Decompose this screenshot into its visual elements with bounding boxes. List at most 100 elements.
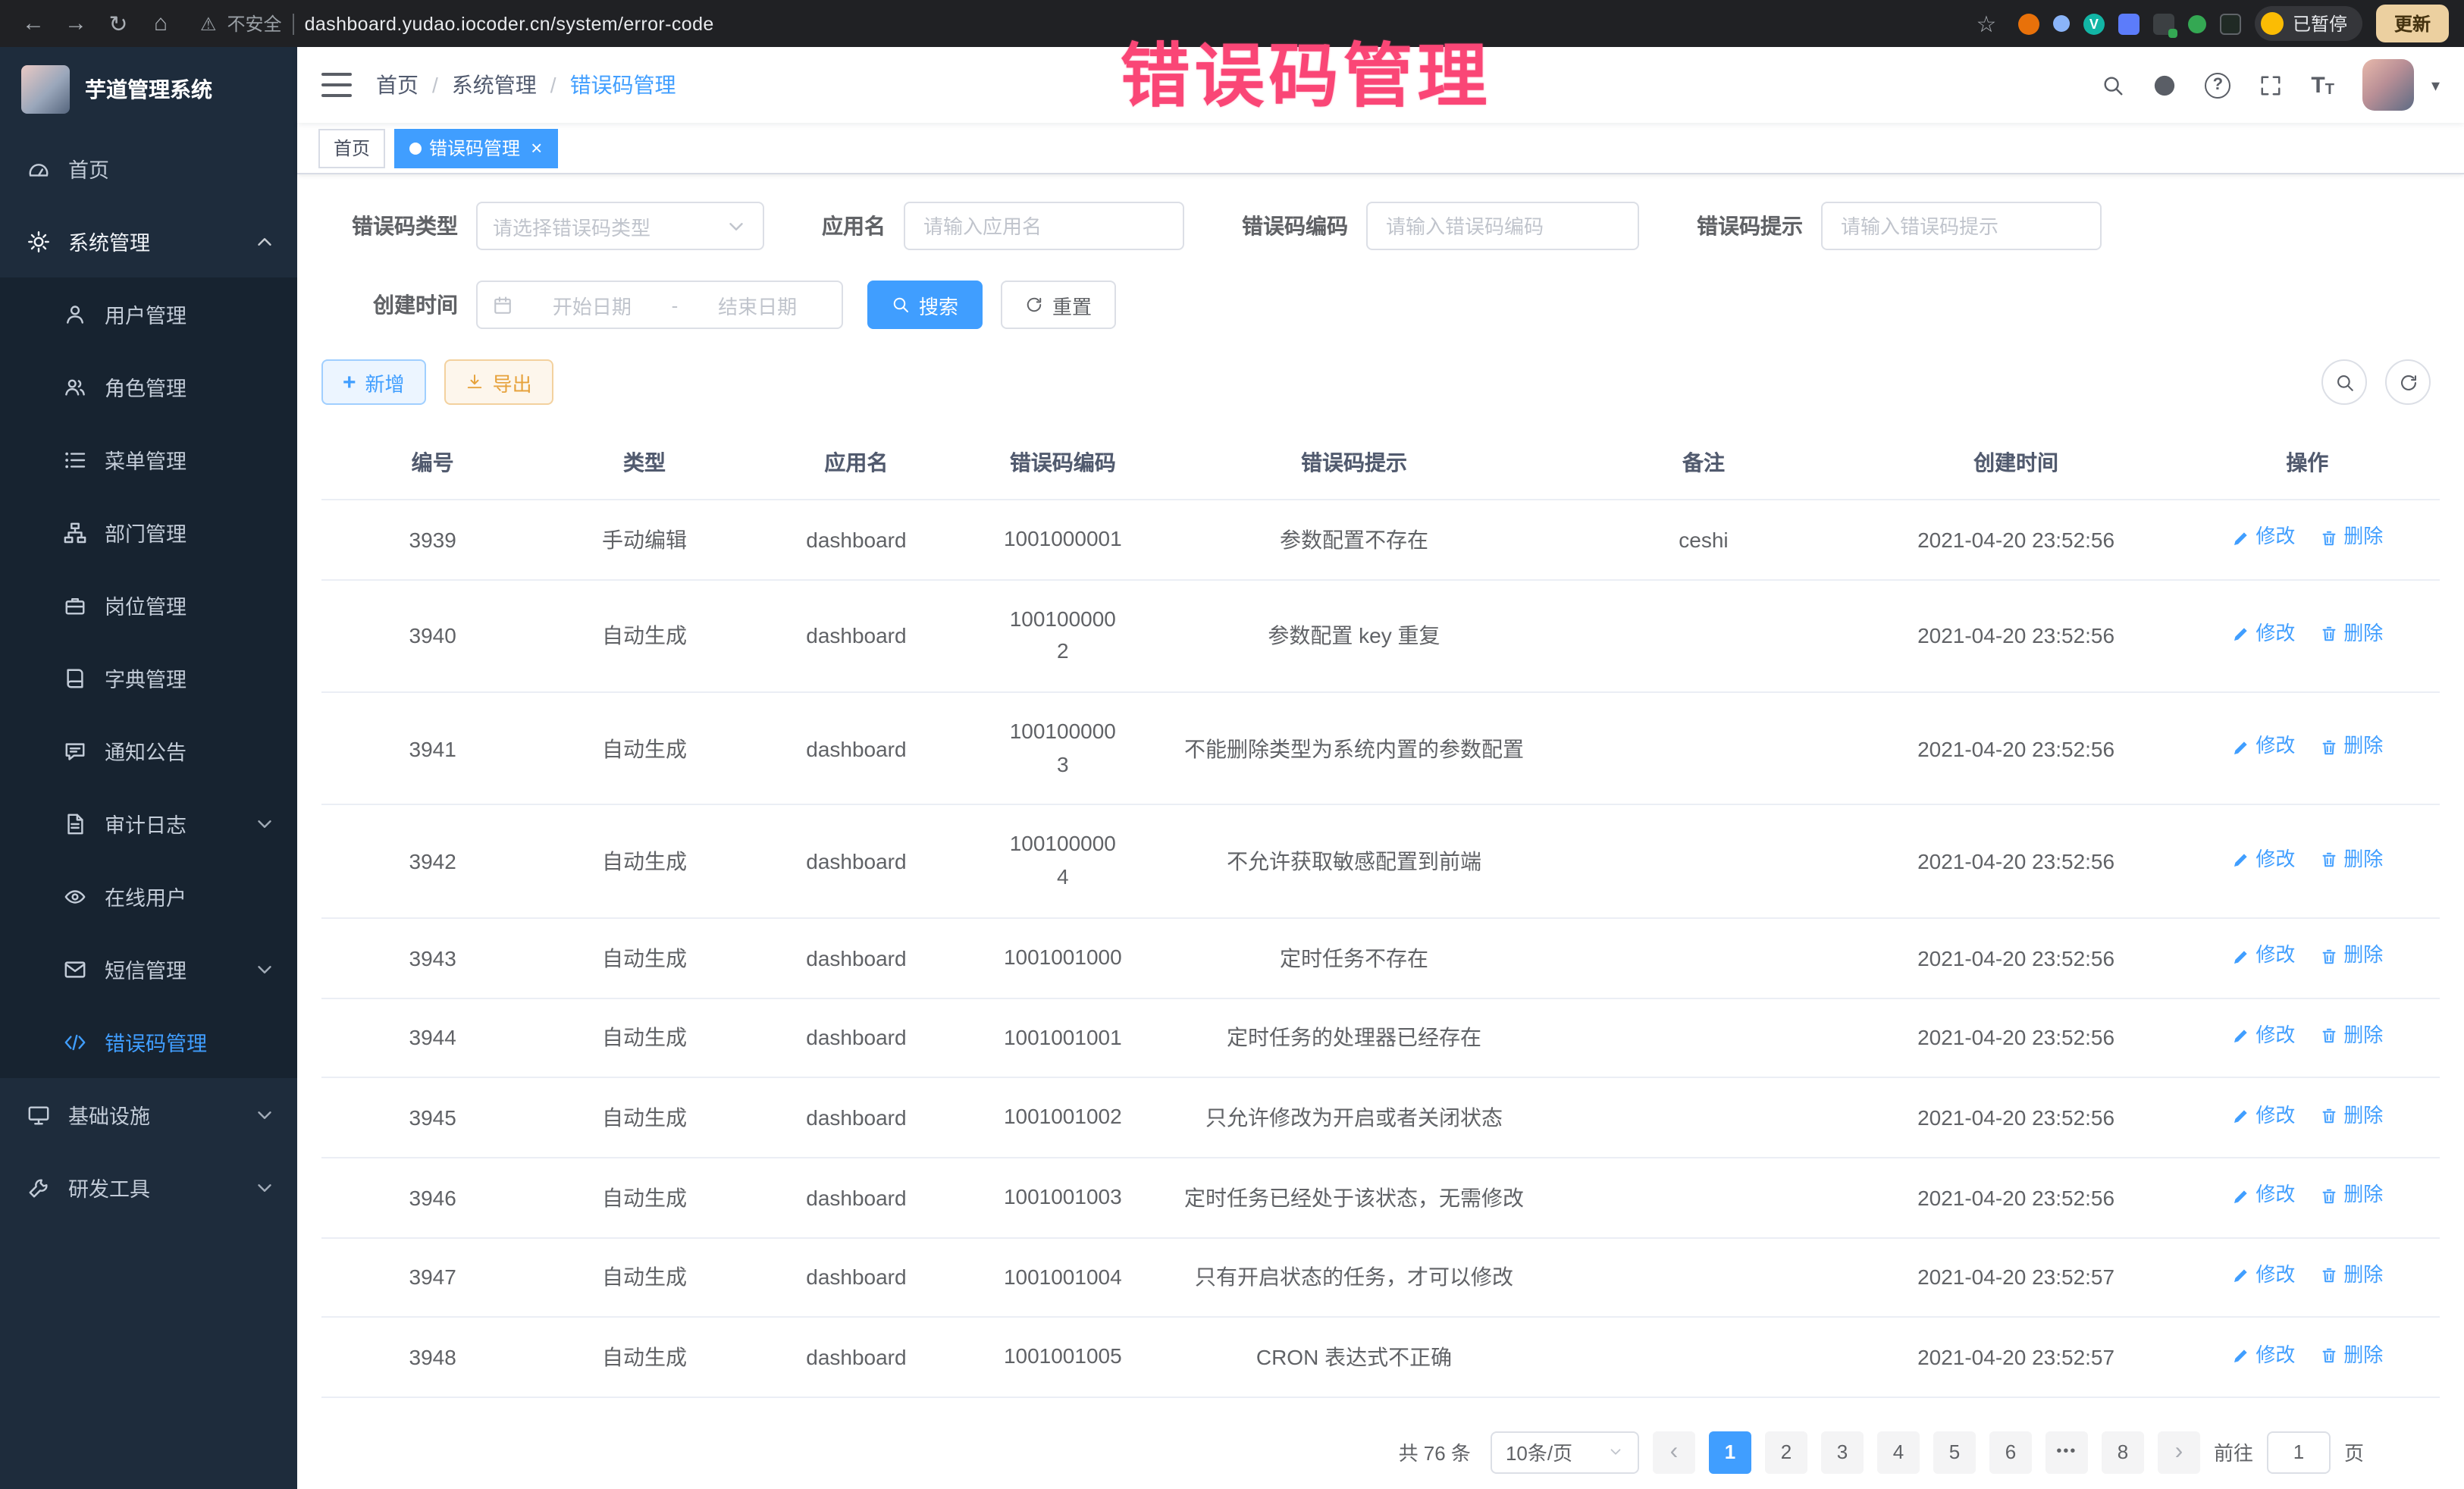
app-logo[interactable]: 芋道管理系统	[0, 47, 297, 132]
sidebar-item-system-mgmt[interactable]: 系统管理	[0, 205, 297, 277]
search-button[interactable]: 搜索	[867, 281, 983, 329]
app-name-input[interactable]	[904, 202, 1184, 250]
sidebar-item-audit-log[interactable]: 审计日志	[0, 787, 297, 860]
delete-link[interactable]: 删除	[2319, 733, 2383, 762]
col-remark: 备注	[1550, 426, 1857, 500]
page-size-select[interactable]: 10条/页	[1491, 1431, 1639, 1474]
security-label: 不安全	[227, 11, 282, 36]
delete-link[interactable]: 删除	[2319, 1102, 2383, 1130]
error-code-input[interactable]	[1366, 202, 1639, 250]
tab-home[interactable]: 首页	[318, 128, 385, 168]
edit-link[interactable]: 修改	[2231, 846, 2295, 875]
cell-app: dashboard	[745, 500, 967, 579]
edit-link[interactable]: 修改	[2231, 733, 2295, 762]
error-hint-input[interactable]	[1821, 202, 2102, 250]
edit-link[interactable]: 修改	[2231, 524, 2295, 553]
user-avatar[interactable]	[2363, 59, 2415, 111]
refresh-table-button[interactable]	[2385, 359, 2431, 405]
next-page-button[interactable]: ›	[2158, 1431, 2200, 1474]
fullscreen-icon[interactable]	[2259, 74, 2282, 96]
col-app: 应用名	[745, 426, 967, 500]
sidebar-item-dict-mgmt[interactable]: 字典管理	[0, 641, 297, 714]
extension-icon[interactable]	[2188, 14, 2206, 33]
goto-page-input[interactable]	[2267, 1431, 2331, 1474]
close-icon[interactable]: ×	[531, 138, 542, 158]
paused-badge[interactable]: 已暂停	[2255, 6, 2362, 41]
sidebar-item-role-mgmt[interactable]: 角色管理	[0, 350, 297, 423]
page-suffix-label: 页	[2344, 1438, 2364, 1467]
error-type-select[interactable]: 请选择错误码类型	[476, 202, 764, 250]
reset-button[interactable]: 重置	[1001, 281, 1116, 329]
trash-icon	[2319, 947, 2337, 965]
pencil-icon	[2231, 738, 2249, 757]
page-button-5[interactable]: 5	[1933, 1431, 1976, 1474]
sidebar-item-home[interactable]: 首页	[0, 132, 297, 205]
search-icon[interactable]	[2102, 74, 2124, 96]
create-time-range[interactable]: 开始日期 - 结束日期	[476, 281, 843, 329]
sidebar-item-dev-tools[interactable]: 研发工具	[0, 1151, 297, 1224]
sidebar-item-menu-mgmt[interactable]: 菜单管理	[0, 423, 297, 496]
delete-link[interactable]: 删除	[2319, 942, 2383, 971]
update-button[interactable]: 更新	[2376, 5, 2449, 42]
back-button[interactable]: ←	[15, 5, 52, 42]
delete-link[interactable]: 删除	[2319, 1262, 2383, 1290]
delete-link[interactable]: 删除	[2319, 1341, 2383, 1370]
pencil-icon	[2231, 1346, 2249, 1365]
more-pages-button[interactable]: •••	[2045, 1431, 2088, 1474]
home-button[interactable]: ⌂	[143, 5, 179, 42]
page-button-3[interactable]: 3	[1821, 1431, 1864, 1474]
sidebar-item-notice[interactable]: 通知公告	[0, 714, 297, 787]
edit-link[interactable]: 修改	[2231, 1341, 2295, 1370]
page-button-8[interactable]: 8	[2102, 1431, 2144, 1474]
edit-link[interactable]: 修改	[2231, 1262, 2295, 1290]
github-icon[interactable]	[2153, 74, 2176, 96]
delete-link[interactable]: 删除	[2319, 1022, 2383, 1051]
help-icon[interactable]: ?	[2205, 72, 2230, 98]
edit-link[interactable]: 修改	[2231, 1022, 2295, 1051]
extension-icon[interactable]	[2153, 13, 2174, 34]
extension-icon[interactable]: V	[2083, 13, 2105, 34]
reload-button[interactable]: ↻	[100, 5, 136, 42]
delete-link[interactable]: 删除	[2319, 524, 2383, 553]
edit-link[interactable]: 修改	[2231, 1182, 2295, 1211]
search-toggle-button[interactable]	[2321, 359, 2367, 405]
sidebar-item-dept-mgmt[interactable]: 部门管理	[0, 496, 297, 569]
avatar-caret-icon[interactable]: ▾	[2431, 75, 2440, 95]
breadcrumb-system[interactable]: 系统管理	[452, 70, 537, 100]
extension-icon[interactable]	[2118, 13, 2140, 34]
sidebar-item-post-mgmt[interactable]: 岗位管理	[0, 569, 297, 641]
sidebar-toggle-icon[interactable]	[321, 73, 352, 97]
page-button-4[interactable]: 4	[1877, 1431, 1920, 1474]
main-area: 首页 / 系统管理 / 错误码管理 ? TT ▾	[297, 47, 2464, 1489]
delete-link[interactable]: 删除	[2319, 846, 2383, 875]
extension-icon[interactable]	[2018, 13, 2039, 34]
delete-link[interactable]: 删除	[2319, 1182, 2383, 1211]
page-button-2[interactable]: 2	[1765, 1431, 1807, 1474]
sidebar-item-user-mgmt[interactable]: 用户管理	[0, 277, 297, 350]
edit-link[interactable]: 修改	[2231, 620, 2295, 649]
export-button[interactable]: 导出	[444, 359, 553, 405]
sidebar-item-online-users[interactable]: 在线用户	[0, 860, 297, 933]
page-button-6[interactable]: 6	[1989, 1431, 2032, 1474]
extension-icon[interactable]	[2053, 15, 2070, 32]
address-bar[interactable]: ⚠ 不安全 dashboard.yudao.iocoder.cn/system/…	[200, 11, 1968, 36]
sidebar-item-sms-mgmt[interactable]: 短信管理	[0, 933, 297, 1005]
cell-type: 自动生成	[544, 1077, 745, 1157]
bookmark-star-icon[interactable]: ☆	[1968, 5, 2005, 42]
filter-row-1: 错误码类型 请选择错误码类型 应用名 错误码编码	[321, 202, 2440, 250]
delete-link[interactable]: 删除	[2319, 620, 2383, 649]
edit-link[interactable]: 修改	[2231, 1102, 2295, 1130]
prev-page-button[interactable]: ‹	[1653, 1431, 1695, 1474]
tab-error-code[interactable]: 错误码管理 ×	[394, 128, 557, 168]
extensions-puzzle-icon[interactable]	[2220, 13, 2241, 34]
page-button-1[interactable]: 1	[1709, 1431, 1751, 1474]
forward-button[interactable]: →	[58, 5, 94, 42]
sidebar-item-infrastructure[interactable]: 基础设施	[0, 1078, 297, 1151]
sidebar-item-error-code-mgmt[interactable]: 错误码管理	[0, 1005, 297, 1078]
font-size-icon[interactable]: TT	[2311, 72, 2334, 98]
breadcrumb-home[interactable]: 首页	[376, 70, 419, 100]
add-button[interactable]: + 新增	[321, 359, 426, 405]
trash-icon	[2319, 851, 2337, 869]
sidebar-item-label: 用户管理	[105, 299, 187, 329]
edit-link[interactable]: 修改	[2231, 942, 2295, 971]
